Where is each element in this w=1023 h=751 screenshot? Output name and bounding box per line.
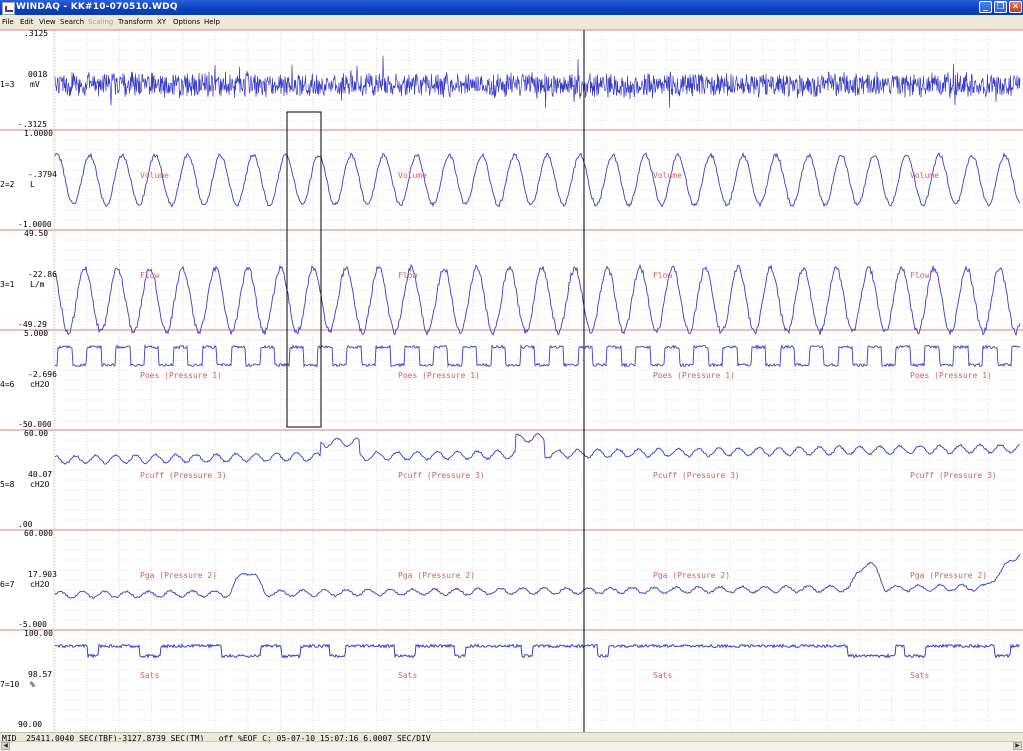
channel-scale-top: 5.000 xyxy=(24,329,49,338)
channel-scale-mid: 17.903 xyxy=(28,570,57,579)
channel-name-label: Pcuff (Pressure 3) xyxy=(653,471,740,480)
channel-scale-bottom: 90.00 xyxy=(18,720,43,729)
channel-id: 2=2 xyxy=(0,180,15,189)
channel-name-label: Volume xyxy=(653,171,682,180)
channel-scale-bottom: .00 xyxy=(18,520,33,529)
channel-name-label: Pga (Pressure 2) xyxy=(140,571,218,580)
menu-file[interactable]: File xyxy=(2,18,14,26)
channel-scale-top: .3125 xyxy=(24,29,49,38)
channel-id: 4=6 xyxy=(0,380,15,389)
channel-unit: L xyxy=(30,180,35,189)
channel-name-label: Flow xyxy=(653,271,673,280)
channel-name-label: Poes (Pressure 1) xyxy=(653,371,735,380)
channel-scale-bottom: -1.0000 xyxy=(18,220,52,229)
waveform-grid xyxy=(0,30,1023,732)
menu-edit[interactable]: Edit xyxy=(20,18,34,26)
channel-name-label: Flow xyxy=(140,271,160,280)
menu-help[interactable]: Help xyxy=(204,18,220,26)
menu-search[interactable]: Search xyxy=(60,18,84,26)
channel-name-label: Pcuff (Pressure 3) xyxy=(140,471,227,480)
channel-name-label: Volume xyxy=(140,171,169,180)
title-bar: WINDAQ - KK#10-070510.WDQ _ ❐ ✕ xyxy=(0,0,1023,15)
channel-name-label: Pcuff (Pressure 3) xyxy=(910,471,997,480)
channel-name-label: Volume xyxy=(398,171,427,180)
channel-scale-bottom: -49.29 xyxy=(18,320,47,329)
channel-scale-mid: 0018 xyxy=(28,70,48,79)
channel-name-label: Sats xyxy=(398,671,418,680)
channel-scale-top: 60.00 xyxy=(24,429,49,438)
channel-name-label: Flow xyxy=(398,271,418,280)
channel-name-label: Pga (Pressure 2) xyxy=(910,571,988,580)
channel-scale-top: 60.000 xyxy=(24,529,53,538)
channel-scale-bottom: -50.000 xyxy=(18,420,52,429)
channel-scale-bottom: -.3125 xyxy=(18,120,47,129)
channel-scale-mid: 40.07 xyxy=(28,470,53,479)
channel-id: 3=1 xyxy=(0,280,15,289)
channel-scale-mid: 98.57 xyxy=(28,670,53,679)
menu-bar: File Edit View Search Scaling Transform … xyxy=(0,15,1023,30)
channel-name-label: Poes (Pressure 1) xyxy=(398,371,480,380)
channel-id: 5=8 xyxy=(0,480,15,489)
channel-unit: cH2O xyxy=(30,380,50,389)
waveform-plot-area[interactable]: .3125 0018 1=3 mV -.3125 1.0000 -.3794 2=2 L -1.0… xyxy=(0,29,1023,732)
channel-scale-top: 100.00 xyxy=(24,629,53,638)
channel-scale-top: 1.0000 xyxy=(24,129,53,138)
menu-transform[interactable]: Transform xyxy=(118,18,153,26)
channel-unit: % xyxy=(30,680,35,689)
channel-name-label: Sats xyxy=(653,671,673,680)
menu-view[interactable]: View xyxy=(39,18,56,26)
windaq-app-icon[interactable] xyxy=(2,2,15,15)
channel-scale-top: 49.50 xyxy=(24,229,49,238)
maximize-button[interactable]: ❐ xyxy=(994,1,1007,13)
menu-options[interactable]: Options xyxy=(173,18,200,26)
channel-name-label: Pga (Pressure 2) xyxy=(653,571,731,580)
channel-unit: cH2O xyxy=(30,580,50,589)
channel-name-label: Volume xyxy=(910,171,939,180)
channel-id: 7=10 xyxy=(0,680,20,689)
channel-scale-bottom: -5.000 xyxy=(18,620,47,629)
channel-unit: cH2O xyxy=(30,480,50,489)
channel-name-label: Sats xyxy=(910,671,930,680)
menu-scaling: Scaling xyxy=(88,18,114,26)
channel-scale-mid: -22.86 xyxy=(28,270,57,279)
channel-unit: mV xyxy=(30,80,40,89)
channel-id: 6=7 xyxy=(0,580,15,589)
scroll-left-button[interactable]: ◀ xyxy=(1,742,10,750)
scroll-right-button[interactable]: ▶ xyxy=(1013,742,1022,750)
channel-name-label: Poes (Pressure 1) xyxy=(140,371,222,380)
channel-name-label: Pcuff (Pressure 3) xyxy=(398,471,485,480)
channel-name-label: Sats xyxy=(140,671,160,680)
minimize-button[interactable]: _ xyxy=(979,1,992,13)
channel-name-label: Flow xyxy=(910,271,930,280)
channel-name-label: Pga (Pressure 2) xyxy=(398,571,476,580)
window-title: WINDAQ - KK#10-070510.WDQ xyxy=(16,2,178,12)
channel-unit: L/m xyxy=(30,280,45,289)
channel-id: 1=3 xyxy=(0,80,15,89)
channel-name-label: Poes (Pressure 1) xyxy=(910,371,992,380)
menu-xy[interactable]: XY xyxy=(157,18,166,26)
channel-scale-mid: -2.696 xyxy=(28,370,57,379)
close-button[interactable]: ✕ xyxy=(1009,1,1022,13)
channel-scale-mid: -.3794 xyxy=(28,170,57,179)
